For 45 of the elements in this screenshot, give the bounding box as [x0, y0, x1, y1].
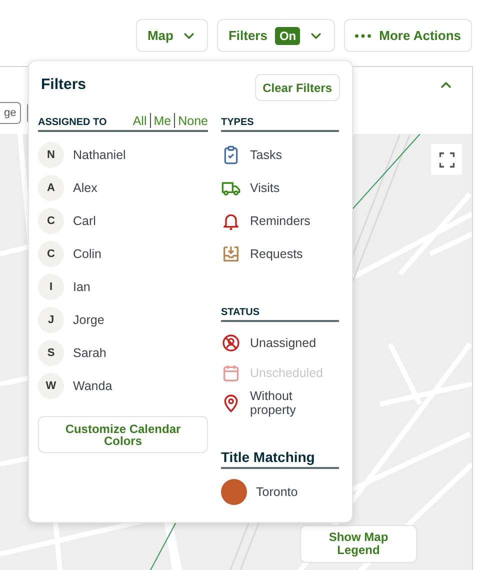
- filters-button[interactable]: Filters On: [217, 19, 336, 52]
- assignee-name[interactable]: Nathaniel: [73, 148, 126, 162]
- section-heading: TYPES: [221, 117, 254, 128]
- title-match-option[interactable]: Toronto: [256, 484, 298, 498]
- assignee-name[interactable]: Wanda: [73, 378, 112, 392]
- section-heading: Title Matching: [221, 449, 315, 465]
- map-control-button[interactable]: ge: [0, 102, 22, 124]
- section-heading: ASSIGNED TO: [38, 117, 107, 128]
- assignee-name[interactable]: Ian: [73, 280, 90, 294]
- avatar: C: [38, 208, 64, 234]
- assignee-name[interactable]: Jorge: [73, 312, 104, 326]
- fullscreen-icon: [438, 150, 456, 168]
- customize-colors-button[interactable]: Customize Calendar Colors: [38, 416, 208, 453]
- avatar: J: [38, 306, 64, 332]
- assignee-name[interactable]: Sarah: [73, 346, 106, 360]
- section-heading: STATUS: [221, 307, 260, 318]
- assignee-name[interactable]: Carl: [73, 214, 96, 228]
- map-view-button[interactable]: Map: [136, 19, 208, 52]
- type-filter-option[interactable]: Requests: [250, 246, 303, 260]
- type-filter-option[interactable]: Reminders: [250, 214, 310, 228]
- crossed-person-icon: [221, 333, 241, 353]
- type-filter-option[interactable]: Tasks: [250, 148, 282, 162]
- avatar: I: [38, 274, 64, 300]
- avatar: N: [38, 142, 64, 168]
- filter-link[interactable]: Me: [154, 114, 172, 128]
- filter-link[interactable]: All: [132, 114, 147, 128]
- calendar-icon: [221, 363, 241, 383]
- assignee-name[interactable]: Alex: [73, 180, 98, 194]
- panel-title: Filters: [41, 75, 86, 93]
- more-dots-icon: [355, 34, 372, 38]
- status-filter-option[interactable]: Unassigned: [250, 336, 316, 350]
- avatar: S: [38, 340, 64, 366]
- inbox-download-icon: [221, 244, 241, 264]
- type-filter-option[interactable]: Visits: [250, 180, 280, 194]
- more-actions-button[interactable]: More Actions: [344, 19, 472, 52]
- avatar: C: [38, 240, 64, 266]
- clear-filters-button[interactable]: Clear Filters: [254, 74, 340, 101]
- status-badge: On: [275, 26, 300, 44]
- fullscreen-button[interactable]: [431, 144, 462, 175]
- assignee-name[interactable]: Colin: [73, 246, 102, 260]
- avatar: A: [38, 174, 64, 200]
- filter-link[interactable]: None: [178, 114, 208, 128]
- status-filter-option[interactable]: Without property: [250, 389, 339, 417]
- show-map-legend-button[interactable]: Show Map Legend: [300, 525, 417, 563]
- avatar: W: [38, 372, 64, 398]
